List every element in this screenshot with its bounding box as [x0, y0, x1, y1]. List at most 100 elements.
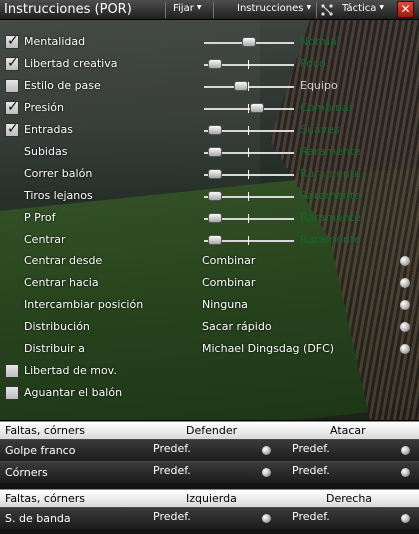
dropdown-arrow-icon: ▼ [306, 4, 312, 11]
dropdown-row-centrar-hacia[interactable]: Centrar hacia Combinar [0, 273, 419, 295]
slider-midpoint-tick [248, 148, 249, 157]
dropdown-value: Michael Dingsdag (DFC) [202, 342, 335, 355]
slider-handle[interactable] [207, 59, 222, 69]
instrucciones-menu-button[interactable]: Instrucciones ▼ [237, 3, 311, 14]
slider-row[interactable]: Centrar Raramente [0, 230, 419, 252]
window-title: Instrucciones (POR) [4, 2, 132, 17]
cell-value: Predef. [153, 510, 191, 523]
slider-track[interactable] [204, 86, 294, 88]
checkbox-row-aguantar-balon[interactable]: Aguantar el balón [0, 383, 419, 405]
slider-handle[interactable] [234, 81, 249, 91]
cell-value: Predef. [292, 510, 330, 523]
table-row: Córners Predef. Predef. [0, 461, 419, 483]
dropdown-row-distribucion[interactable]: Distribución Sacar rápido [0, 317, 419, 339]
slider-value: Suaves [300, 123, 340, 136]
dropdown-row-distribuir-a[interactable]: Distribuir a Michael Dingsdag (DFC) [0, 339, 419, 361]
slider-handle[interactable] [207, 125, 222, 135]
slider-handle[interactable] [242, 37, 256, 47]
slider-value: Raramente [300, 211, 361, 224]
checkbox[interactable]: ✓ [5, 121, 19, 137]
cell-value: Predef. [153, 464, 191, 477]
slider-label: Libertad creativa [24, 57, 118, 70]
dropdown-row-intercambiar[interactable]: Intercambiar posición Ninguna [0, 295, 419, 317]
checkbox-row-libertad-mov[interactable]: Libertad de mov. [0, 361, 419, 383]
header-col-1: Izquierda [186, 492, 237, 505]
slider-label: Tiros lejanos [24, 189, 93, 202]
tactica-menu-button[interactable]: Táctica ▼ [342, 3, 384, 14]
slider-value: Raramente [300, 233, 361, 246]
header-col-2: Derecha [326, 492, 373, 505]
table-row: S. de banda Predef. Predef. [0, 507, 419, 529]
checkmark-icon: ✓ [7, 99, 19, 115]
title-bar: Instrucciones (POR) Fijar ▼ Instrucciones… [0, 0, 419, 20]
cell-value: Predef. [292, 464, 330, 477]
slider-handle[interactable] [207, 169, 222, 179]
slider-value: Combinar [300, 101, 354, 114]
checkbox[interactable] [5, 79, 19, 93]
dropdown-button-icon[interactable] [400, 278, 410, 288]
slider-value: Normal [300, 35, 340, 48]
dropdown-row-centrar-desde[interactable]: Centrar desde Combinar [0, 251, 419, 273]
slider-handle[interactable] [207, 213, 222, 223]
select-button-icon[interactable] [401, 446, 410, 455]
setpieces-header: Faltas, córners Defender Atacar [0, 421, 419, 439]
dropdown-value: Sacar rápido [202, 320, 272, 333]
select-button-icon[interactable] [401, 514, 410, 523]
dropdown-label: Distribución [24, 320, 90, 333]
slider-value: Raramente [300, 167, 361, 180]
slider-value: Raramente [300, 145, 361, 158]
slider-label: P Prof [24, 211, 56, 224]
close-icon: ✕ [400, 2, 411, 16]
slider-row[interactable]: Subidas Raramente [0, 142, 419, 164]
row-label: S. de banda [5, 512, 71, 525]
dropdown-arrow-icon: ▼ [379, 4, 385, 11]
dropdown-button-icon[interactable] [400, 256, 410, 266]
throwins-header: Faltas, córners Izquierda Derecha [0, 489, 419, 507]
select-button-icon[interactable] [262, 468, 271, 477]
dropdown-arrow-icon: ▼ [196, 4, 202, 11]
slider-value: Raramente [300, 189, 361, 202]
slider-row[interactable]: ✓ Entradas Suaves [0, 120, 419, 142]
slider-handle[interactable] [207, 147, 222, 157]
slider-label: Mentalidad [24, 35, 86, 48]
slider-row[interactable]: ✓ Libertad creativa Poco [0, 54, 419, 76]
select-button-icon[interactable] [262, 446, 271, 455]
slider-value: Poco [300, 57, 326, 70]
select-button-icon[interactable] [401, 468, 410, 477]
dropdown-button-icon[interactable] [400, 300, 410, 310]
row-label: Golpe franco [5, 444, 76, 457]
checkbox[interactable] [5, 386, 19, 400]
slider-handle[interactable] [207, 191, 222, 201]
slider-row[interactable]: ✓ Presión Combinar [0, 98, 419, 120]
slider-row[interactable]: Estilo de pase Equipo [0, 76, 419, 98]
checkbox[interactable]: ✓ [5, 33, 19, 49]
slider-row[interactable]: Correr balón Raramente [0, 164, 419, 186]
separator [165, 2, 166, 18]
checkbox-label: Aguantar el balón [24, 386, 123, 399]
checkbox[interactable]: ✓ [5, 55, 19, 71]
checkbox[interactable]: ✓ [5, 99, 19, 115]
slider-handle[interactable] [207, 235, 222, 245]
slider-row[interactable]: P Prof Raramente [0, 208, 419, 230]
slider-label: Centrar [24, 233, 66, 246]
separator [213, 2, 214, 18]
slider-label: Correr balón [24, 167, 93, 180]
instrucciones-label: Instrucciones [237, 3, 304, 14]
close-button[interactable]: ✕ [397, 1, 414, 18]
row-label: Córners [5, 466, 48, 479]
slider-label: Entradas [24, 123, 73, 136]
slider-midpoint-tick [248, 236, 249, 245]
select-button-icon[interactable] [262, 514, 271, 523]
slider-midpoint-tick [248, 192, 249, 201]
dropdown-label: Intercambiar posición [24, 298, 144, 311]
slider-row[interactable]: ✓ Mentalidad Normal [0, 32, 419, 54]
slider-label: Estilo de pase [24, 79, 101, 92]
slider-midpoint-tick [248, 214, 249, 223]
slider-handle[interactable] [249, 103, 264, 113]
fijar-menu-button[interactable]: Fijar ▼ [173, 3, 201, 14]
dropdown-label: Centrar desde [24, 254, 103, 267]
checkbox[interactable] [5, 364, 19, 378]
dropdown-button-icon[interactable] [400, 344, 410, 354]
dropdown-button-icon[interactable] [400, 322, 410, 332]
slider-row[interactable]: Tiros lejanos Raramente [0, 186, 419, 208]
